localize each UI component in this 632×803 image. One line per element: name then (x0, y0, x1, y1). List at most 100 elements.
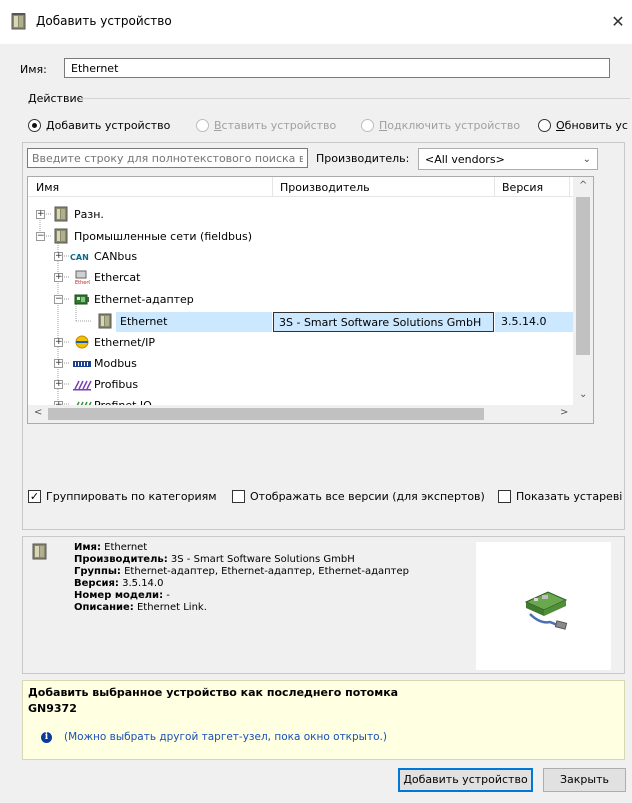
radio-insert-device[interactable]: Вставить устройство (196, 117, 336, 133)
device-icon (98, 313, 112, 329)
info-value: 3.5.14.0 (122, 578, 164, 589)
info-value: Ethernet (104, 542, 148, 553)
tree-cell-version: 3.5.14.0 (495, 312, 573, 332)
hint-title: Добавить выбранное устройство как послед… (28, 686, 399, 699)
vendor-select[interactable]: <All vendors> ⌄ (418, 148, 598, 170)
checkbox-box[interactable] (232, 489, 245, 503)
name-input[interactable] (64, 58, 610, 78)
tree-row-label: Ethercat (94, 271, 141, 284)
checkbox-label: Группировать по категориям (46, 489, 217, 503)
tree-cell-vendor: 3S - Smart Software Solutions GmbH (273, 312, 494, 332)
collapse-icon[interactable]: − (54, 295, 63, 304)
checkbox-show-all-versions[interactable]: Отображать все версии (для экспертов) (232, 488, 485, 504)
tree-row-label: Ethernet/IP (94, 336, 155, 349)
expand-icon[interactable]: + (36, 210, 45, 219)
modbus-icon (73, 361, 91, 367)
close-icon[interactable]: ✕ (606, 10, 630, 34)
radio-plug-device[interactable]: Подключить устройство (361, 117, 520, 133)
radio-label: Обновить ус (556, 119, 628, 132)
checkbox-group-by-category[interactable]: ✓ Группировать по категориям (28, 488, 217, 504)
network-device-icon (524, 591, 568, 630)
close-button[interactable]: Закрыть (543, 768, 626, 792)
radio-label: Подключить устройство (379, 119, 520, 132)
scroll-right-icon[interactable]: > (560, 407, 568, 418)
info-value: 3S - Smart Software Solutions GmbH (170, 554, 355, 565)
tree-row-fieldbus[interactable]: − Промышленные сети (fieldbus) (28, 227, 573, 247)
expand-icon[interactable]: + (54, 273, 63, 282)
radio-dot[interactable] (361, 118, 374, 132)
info-key: Номер модели: (74, 590, 164, 601)
info-name-line: Имя: Ethernet (74, 542, 409, 554)
radio-label: Вставить устройство (214, 119, 336, 132)
tree-row-ethernet-ip[interactable]: + Ethernet/IP (28, 333, 573, 353)
radio-dot[interactable] (28, 118, 41, 132)
vendor-label: Производитель: (316, 152, 410, 165)
action-group-label: Действие (28, 92, 84, 105)
tree-row-label: Modbus (94, 357, 137, 370)
info-description-line: Описание: Ethernet Link. (74, 602, 409, 614)
info-value: - (166, 590, 170, 601)
ethercat-icon: EtherCAT (75, 270, 90, 285)
tree-row-ethernet[interactable]: Ethernet 3S - Smart Software Solutions G… (28, 312, 573, 332)
expand-icon[interactable]: + (54, 380, 63, 389)
vendor-select-value: <All vendors> (425, 152, 505, 166)
checkbox-show-outdated[interactable]: Показать устареві (498, 488, 622, 504)
radio-update-device[interactable]: Обновить ус (538, 117, 628, 133)
info-icon: i (41, 732, 52, 743)
radio-label-rest: ставить устройство (221, 118, 337, 132)
action-group-divider (80, 98, 630, 99)
mnemonic: О (556, 118, 565, 132)
checkbox-box[interactable]: ✓ (28, 489, 41, 503)
radio-label-rest: обавить устройство (54, 118, 171, 132)
mnemonic: В (214, 118, 222, 132)
radio-dot[interactable] (196, 118, 209, 132)
scroll-left-icon[interactable]: < (34, 407, 42, 418)
scroll-up-icon[interactable]: ^ (579, 180, 587, 191)
scrollbar-thumb[interactable] (48, 408, 484, 420)
svg-text:CAN: CAN (70, 253, 89, 262)
info-groups-line: Группы: Ethernet-адаптер, Ethernet-адапт… (74, 566, 409, 578)
info-value: Ethernet-адаптер, Ethernet-адаптер, Ethe… (124, 566, 409, 577)
scroll-down-icon[interactable]: ⌄ (579, 389, 587, 400)
hint-target-node: GN9372 (28, 702, 77, 715)
tree-vertical-scrollbar[interactable]: ^ ⌄ (573, 177, 593, 407)
device-icon (11, 13, 26, 30)
radio-label: Добавить устройство (46, 119, 170, 132)
info-key: Версия: (74, 578, 119, 589)
radio-label-rest: бновить ус (564, 118, 628, 132)
device-icon (54, 206, 68, 222)
tree-horizontal-scrollbar[interactable]: < > (28, 405, 593, 423)
ethernet-ip-icon (75, 335, 89, 349)
tree-row-ethernet-adapter[interactable]: − Ethernet-адаптер (28, 290, 573, 310)
expand-icon[interactable]: + (54, 359, 63, 368)
device-image (476, 542, 611, 670)
tree-row-label: Разн. (74, 208, 104, 221)
scrollbar-thumb[interactable] (576, 197, 590, 355)
add-device-button[interactable]: Добавить устройство (398, 768, 533, 792)
device-icon (32, 543, 47, 560)
expand-icon[interactable]: + (54, 338, 63, 347)
can-icon: CAN (70, 253, 89, 262)
tree-row-profibus[interactable]: + Profibus (28, 375, 573, 395)
checkbox-label: Показать устареві (516, 489, 623, 503)
fulltext-search-input[interactable] (27, 148, 308, 168)
name-label: Имя: (20, 63, 47, 76)
info-value: Ethernet Link. (136, 602, 207, 613)
checkbox-box[interactable] (498, 489, 511, 503)
info-model-line: Номер модели: - (74, 590, 409, 602)
tree-row-canbus[interactable]: + CAN CANbus (28, 247, 573, 267)
tree-row-modbus[interactable]: + Modbus (28, 354, 573, 374)
device-icon (54, 228, 68, 244)
radio-label-rest: одключить устройство (387, 118, 521, 132)
tree-row-label: Ethernet-адаптер (94, 293, 194, 306)
tree-row-label: Ethernet (116, 312, 272, 332)
info-version-line: Версия: 3.5.14.0 (74, 578, 409, 590)
device-tree[interactable]: Имя Производитель Версия + Разн. − Промы… (27, 176, 594, 424)
radio-dot[interactable] (538, 118, 551, 132)
tree-row-misc[interactable]: + Разн. (28, 205, 573, 225)
tree-row-ethercat[interactable]: + EtherCAT Ethercat (28, 268, 573, 288)
collapse-icon[interactable]: − (36, 232, 45, 241)
info-key: Производитель: (74, 554, 168, 565)
radio-add-device[interactable]: Добавить устройство (28, 117, 170, 133)
expand-icon[interactable]: + (54, 252, 63, 261)
